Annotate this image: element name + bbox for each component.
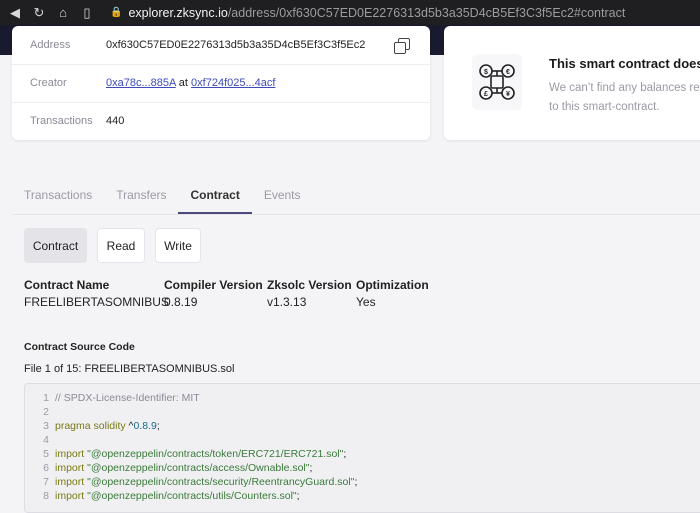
svg-text:£: £	[484, 91, 488, 98]
copy-icon[interactable]	[394, 38, 410, 54]
lock-icon: 🔒	[110, 7, 123, 18]
svg-text:¥: ¥	[506, 91, 510, 98]
tab-transfers[interactable]: Transfers	[104, 180, 178, 214]
code-token: ;	[296, 490, 300, 502]
code-token: import	[55, 476, 88, 488]
code-token: ;	[343, 448, 347, 460]
code-token: "@openzeppelin/contracts/utils/Counters.…	[87, 490, 297, 502]
line-number: 3	[43, 420, 49, 432]
code-line: 5 import "@openzeppelin/contracts/token/E…	[25, 447, 700, 461]
line-number: 6	[43, 462, 49, 474]
tab-transactions[interactable]: Transactions	[12, 180, 104, 214]
browser-toolbar: ◀ ↻ ⌂ ▯ 🔒 explorer.zksync.io/address/0xf…	[0, 0, 700, 25]
contract-name-label: Contract Name	[24, 278, 110, 292]
zksolc-version-label: Zksolc Version	[267, 278, 352, 292]
url-host: explorer.zksync.io	[128, 5, 228, 20]
line-number: 2	[43, 406, 49, 418]
zksolc-version-value: v1.3.13	[267, 295, 307, 309]
transactions-row: Transactions 440	[12, 102, 430, 140]
code-token: import	[55, 490, 88, 502]
contract-name-value: FREELIBERTASOMNIBUS	[24, 295, 169, 309]
back-arrow-icon[interactable]: ◀	[6, 5, 24, 21]
line-number: 1	[43, 392, 49, 404]
transactions-value: 440	[106, 115, 125, 127]
line-number: 5	[43, 448, 49, 460]
source-file-info: File 1 of 15: FREELIBERTASOMNIBUS.sol	[24, 363, 235, 375]
optimization-label: Optimization	[356, 278, 429, 292]
address-row: Address 0xf630C57ED0E2276313d5b3a35D4cB5…	[12, 26, 430, 65]
contract-subtab-button[interactable]: Contract	[24, 228, 87, 263]
balance-card: $ € £ ¥ This smart contract doesn We can’t…	[444, 26, 700, 140]
tab-contract[interactable]: Contract	[178, 180, 252, 214]
code-token: import	[55, 462, 88, 474]
balance-desc-line1: We can’t find any balances rel	[549, 82, 700, 94]
code-line: 8 import "@openzeppelin/contracts/utils/C…	[25, 489, 700, 503]
source-code-title: Contract Source Code	[24, 341, 135, 353]
balance-description: We can’t find any balances rel to this s…	[549, 79, 700, 117]
balance-desc-line2: to this smart-contract.	[549, 101, 660, 113]
code-token: 0.8.9	[133, 420, 157, 432]
optimization-value: Yes	[356, 295, 376, 309]
svg-text:€: €	[506, 69, 510, 76]
write-subtab-button[interactable]: Write	[155, 228, 201, 263]
address-label: Address	[30, 39, 71, 51]
code-token: "@openzeppelin/contracts/access/Ownable.…	[87, 462, 310, 474]
code-token: ;	[156, 420, 160, 432]
compiler-version-label: Compiler Version	[164, 278, 263, 292]
home-icon[interactable]: ⌂	[54, 5, 72, 20]
creator-label: Creator	[30, 77, 67, 89]
coins-icon: $ € £ ¥	[472, 54, 522, 110]
code-line: 3 pragma solidity ^ 0.8.9;	[25, 419, 700, 433]
code-line: 2	[25, 405, 700, 419]
code-token: pragma solidity	[55, 420, 129, 432]
contract-info-card: Address 0xf630C57ED0E2276313d5b3a35D4cB5…	[12, 26, 430, 140]
transactions-label: Transactions	[30, 115, 93, 127]
balance-title: This smart contract doesn	[549, 56, 700, 71]
address-bar[interactable]: 🔒 explorer.zksync.io/address/0xf630C57ED…	[110, 6, 625, 20]
code-token: ;	[354, 476, 358, 488]
tabs-divider	[12, 214, 700, 215]
line-number: 7	[43, 476, 49, 488]
tab-events[interactable]: Events	[252, 180, 313, 214]
address-value: 0xf630C57ED0E2276313d5b3a35D4cB5Ef3C3f5E…	[106, 39, 366, 51]
address-tabs: Transactions Transfers Contract Events	[12, 180, 313, 214]
code-token: import	[55, 448, 88, 460]
code-line: 6 import "@openzeppelin/contracts/access/…	[25, 461, 700, 475]
code-token: "@openzeppelin/contracts/token/ERC721/ER…	[87, 448, 344, 460]
code-line: 7 import "@openzeppelin/contracts/securit…	[25, 475, 700, 489]
creator-tx-link[interactable]: 0xf724f025...4acf	[191, 77, 275, 89]
svg-text:$: $	[484, 69, 488, 76]
code-token: "@openzeppelin/contracts/security/Reentr…	[87, 476, 355, 488]
code-line: 1 // SPDX-License-Identifier: MIT	[25, 391, 700, 405]
compiler-version-value: 0.8.19	[164, 295, 198, 309]
read-subtab-button[interactable]: Read	[97, 228, 145, 263]
creator-at-text: at	[178, 77, 188, 89]
line-number: 8	[43, 490, 49, 502]
reload-icon[interactable]: ↻	[30, 5, 48, 21]
bookmark-icon[interactable]: ▯	[78, 5, 96, 21]
url-path: /address/0xf630C57ED0E2276313d5b3a35D4cB…	[227, 5, 626, 20]
creator-row: Creator 0xa78c...885A at 0xf724f025...4a…	[12, 64, 430, 103]
source-code-editor[interactable]: 1 // SPDX-License-Identifier: MIT 2 3 pragma…	[24, 383, 700, 513]
code-token: ;	[309, 462, 313, 474]
line-number: 4	[43, 434, 49, 446]
creator-address-link[interactable]: 0xa78c...885A	[106, 77, 176, 89]
code-line: 4	[25, 433, 700, 447]
code-token: // SPDX-License-Identifier: MIT	[55, 392, 200, 404]
